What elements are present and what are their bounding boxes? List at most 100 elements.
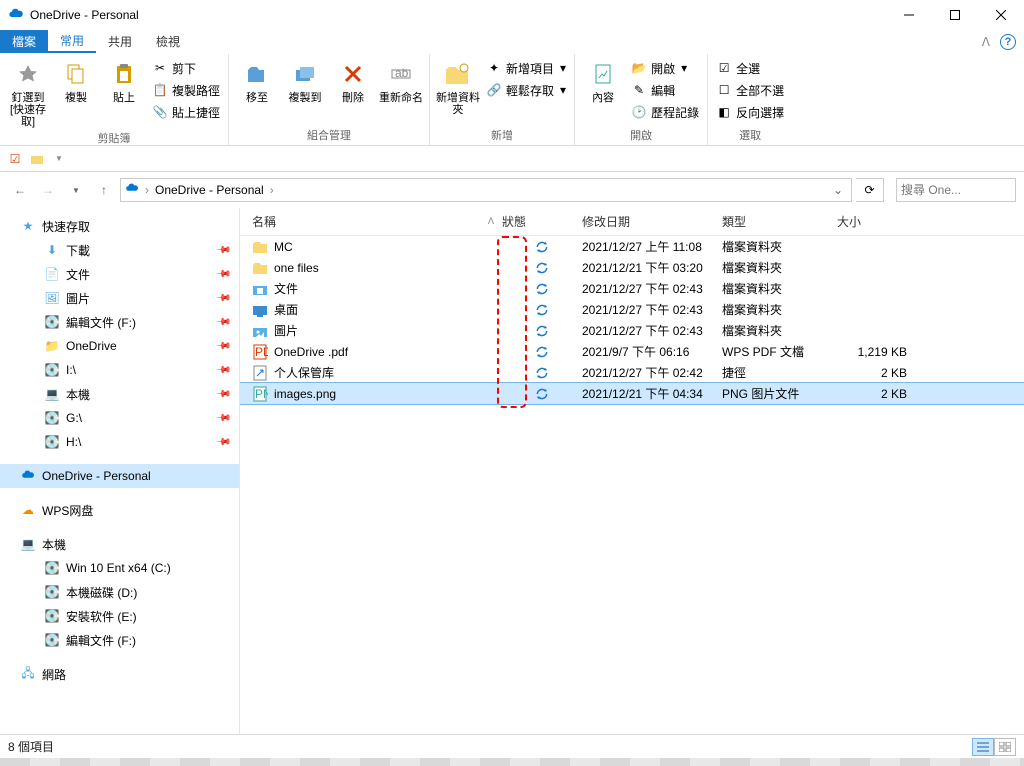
- nav-edit-files-f[interactable]: 💽編輯文件 (F:)📌: [0, 310, 239, 334]
- pc-icon: 💻: [20, 536, 36, 552]
- group-new: 新增資料夾 ✦新增項目▾ 🔗輕鬆存取▾ 新增: [430, 54, 575, 145]
- nav-drive-i[interactable]: 💽I:\📌: [0, 358, 239, 382]
- table-row[interactable]: PDFOneDrive .pdf2021/9/7 下午 06:16WPS PDF…: [240, 341, 1024, 362]
- table-row[interactable]: MC2021/12/27 上午 11:08檔案資料夾: [240, 236, 1024, 257]
- select-none-button[interactable]: ☐全部不選: [714, 80, 786, 100]
- paste-button[interactable]: 貼上: [102, 56, 146, 104]
- nav-onedrive-personal[interactable]: OneDrive - Personal: [0, 464, 239, 488]
- nav-wps-cloud[interactable]: ☁WPS网盘: [0, 498, 239, 522]
- tab-home[interactable]: 常用: [48, 30, 96, 53]
- copy-button[interactable]: 複製: [54, 56, 98, 104]
- tab-view[interactable]: 檢視: [144, 30, 192, 53]
- table-row[interactable]: 个人保管库2021/12/27 下午 02:42捷徑2 KB: [240, 362, 1024, 383]
- move-to-button[interactable]: 移至: [235, 56, 279, 104]
- col-size[interactable]: 大小: [837, 213, 907, 230]
- search-input[interactable]: [901, 183, 1024, 197]
- nav-documents[interactable]: 📄文件📌: [0, 262, 239, 286]
- nav-downloads[interactable]: ⬇下載📌: [0, 238, 239, 262]
- breadcrumb-location[interactable]: OneDrive - Personal: [155, 183, 264, 197]
- qat-check-icon[interactable]: ☑: [6, 150, 24, 168]
- file-name: 圖片: [274, 322, 298, 339]
- navigation-pane: ★快速存取 ⬇下載📌 📄文件📌 🖼圖片📌 💽編輯文件 (F:)📌 📁OneDri…: [0, 208, 240, 734]
- select-all-button[interactable]: ☑全選: [714, 58, 786, 78]
- new-folder-button[interactable]: 新增資料夾: [436, 56, 480, 116]
- history-button[interactable]: 🕑歷程記錄: [629, 102, 701, 122]
- col-type[interactable]: 類型: [722, 213, 837, 230]
- file-name: OneDrive .pdf: [274, 345, 348, 359]
- close-button[interactable]: [978, 0, 1024, 30]
- tab-share[interactable]: 共用: [96, 30, 144, 53]
- pin-icon: 📌: [214, 410, 231, 427]
- nav-install-e[interactable]: 💽安裝软件 (E:): [0, 604, 239, 628]
- open-button[interactable]: 📂開啟▾: [629, 58, 701, 78]
- tab-file[interactable]: 檔案: [0, 30, 48, 53]
- file-icon: [252, 365, 268, 381]
- col-status[interactable]: 狀態: [502, 213, 582, 230]
- table-row[interactable]: 桌面2021/12/27 下午 02:43檔案資料夾: [240, 299, 1024, 320]
- copy-path-button[interactable]: 📋複製路徑: [150, 80, 222, 100]
- select-all-icon: ☑: [716, 60, 732, 76]
- document-icon: 📄: [44, 266, 60, 282]
- table-row[interactable]: 圖片2021/12/27 下午 02:43檔案資料夾: [240, 320, 1024, 341]
- maximize-button[interactable]: [932, 0, 978, 30]
- copy-to-button[interactable]: 複製到: [283, 56, 327, 104]
- sync-status: [502, 303, 582, 317]
- sync-status: [502, 282, 582, 296]
- qat-folder-icon[interactable]: [28, 150, 46, 168]
- new-item-button[interactable]: ✦新增項目▾: [484, 58, 568, 78]
- file-icon: [252, 239, 268, 255]
- nav-onedrive-folder[interactable]: 📁OneDrive📌: [0, 334, 239, 358]
- sync-status: [502, 366, 582, 380]
- up-button[interactable]: ↑: [92, 178, 116, 202]
- pin-icon: 📌: [214, 386, 231, 403]
- nav-this-pc-short[interactable]: 💻本機📌: [0, 382, 239, 406]
- nav-network[interactable]: 🖧網路: [0, 662, 239, 686]
- drive-icon: 💽: [44, 410, 60, 426]
- nav-quick-access[interactable]: ★快速存取: [0, 214, 239, 238]
- qat-dropdown-icon[interactable]: ▼: [50, 150, 68, 168]
- invert-selection-button[interactable]: ◧反向選擇: [714, 102, 786, 122]
- col-modified[interactable]: 修改日期: [582, 213, 722, 230]
- file-type: 捷徑: [722, 364, 837, 381]
- col-name[interactable]: 名稱ᐱ: [252, 213, 502, 230]
- table-row[interactable]: PNGimages.png2021/12/21 下午 04:34PNG 图片文件…: [240, 383, 1024, 404]
- nav-win10-c[interactable]: 💽Win 10 Ent x64 (C:): [0, 556, 239, 580]
- rename-button[interactable]: ab重新命名: [379, 56, 423, 104]
- file-name: 桌面: [274, 301, 298, 318]
- forward-button[interactable]: →: [36, 178, 60, 202]
- paste-shortcut-button[interactable]: 📎貼上捷徑: [150, 102, 222, 122]
- drive-icon: 💽: [44, 632, 60, 648]
- file-type: WPS PDF 文檔: [722, 343, 837, 360]
- table-row[interactable]: 文件2021/12/27 下午 02:43檔案資料夾: [240, 278, 1024, 299]
- thumbnails-view-button[interactable]: [994, 738, 1016, 756]
- pin-icon: 📌: [214, 242, 231, 259]
- nav-drive-g[interactable]: 💽G:\📌: [0, 406, 239, 430]
- details-view-button[interactable]: [972, 738, 994, 756]
- recent-dropdown[interactable]: ▼: [64, 178, 88, 202]
- refresh-button[interactable]: ⟳: [856, 178, 884, 202]
- minimize-button[interactable]: [886, 0, 932, 30]
- back-button[interactable]: ←: [8, 178, 32, 202]
- nav-pictures[interactable]: 🖼圖片📌: [0, 286, 239, 310]
- file-date: 2021/12/27 下午 02:43: [582, 301, 722, 318]
- search-box[interactable]: ⌕: [896, 178, 1016, 202]
- properties-button[interactable]: 內容: [581, 56, 625, 104]
- nav-drive-h[interactable]: 💽H:\📌: [0, 430, 239, 454]
- breadcrumb[interactable]: OneDrive - Personal ⌄: [120, 178, 852, 202]
- table-row[interactable]: one files2021/12/21 下午 03:20檔案資料夾: [240, 257, 1024, 278]
- collapse-ribbon-icon[interactable]: ᐱ: [982, 35, 990, 49]
- address-dropdown-icon[interactable]: ⌄: [829, 183, 847, 197]
- rename-icon: ab: [385, 58, 417, 90]
- pin-quick-access-button[interactable]: 釘選到 [快速存取]: [6, 56, 50, 128]
- file-name: MC: [274, 240, 293, 254]
- help-icon[interactable]: ?: [1000, 34, 1016, 50]
- nav-edit-f[interactable]: 💽編輯文件 (F:): [0, 628, 239, 652]
- edit-button[interactable]: ✎編輯: [629, 80, 701, 100]
- cut-button[interactable]: ✂剪下: [150, 58, 222, 78]
- nav-local-d[interactable]: 💽本機磁碟 (D:): [0, 580, 239, 604]
- delete-icon: [337, 58, 369, 90]
- delete-button[interactable]: 刪除: [331, 56, 375, 104]
- easy-access-button[interactable]: 🔗輕鬆存取▾: [484, 80, 568, 100]
- file-type: 檔案資料夾: [722, 322, 837, 339]
- nav-this-pc[interactable]: 💻本機: [0, 532, 239, 556]
